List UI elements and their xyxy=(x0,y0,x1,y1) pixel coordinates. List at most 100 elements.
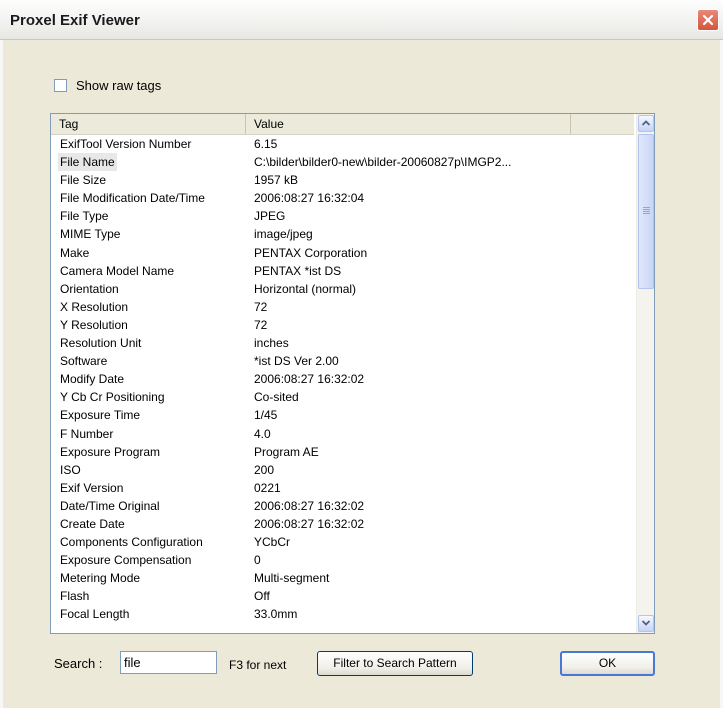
table-row[interactable]: Exposure Time 1/45 xyxy=(51,406,634,424)
row-value: Horizontal (normal) xyxy=(254,281,357,296)
row-tag: Y Resolution xyxy=(60,317,128,332)
table-row[interactable]: ISO 200 xyxy=(51,461,634,479)
table-row[interactable]: Software *ist DS Ver 2.00 xyxy=(51,352,634,370)
thumb-grip-line xyxy=(643,213,650,214)
table-row[interactable]: Exposure Program Program AE xyxy=(51,443,634,461)
table-row[interactable]: Camera Model Name PENTAX *ist DS xyxy=(51,262,634,280)
table-row[interactable]: F Number 4.0 xyxy=(51,425,634,443)
column-header-filler xyxy=(571,114,634,134)
row-tag: Make xyxy=(60,245,90,260)
table-row[interactable]: Create Date 2006:08:27 16:32:02 xyxy=(51,515,634,533)
row-tag: X Resolution xyxy=(60,299,129,314)
row-tag: Flash xyxy=(60,589,90,604)
row-tag: MIME Type xyxy=(60,227,121,242)
window-border-left xyxy=(0,40,3,708)
scroll-down-button[interactable] xyxy=(638,615,654,632)
table-row[interactable]: Modify Date 2006:08:27 16:32:02 xyxy=(51,370,634,388)
row-value: 72 xyxy=(254,317,268,332)
exif-viewer-window: Proxel Exif Viewer Show raw tags Tag Val… xyxy=(0,0,723,708)
row-value: 2006:08:27 16:32:02 xyxy=(254,372,365,387)
row-value: YCbCr xyxy=(254,535,291,550)
row-tag: File Type xyxy=(60,209,109,224)
row-tag: Date/Time Original xyxy=(60,498,160,513)
table-row[interactable]: Exposure Compensation 0 xyxy=(51,551,634,569)
row-value: 1957 kB xyxy=(254,173,299,188)
table-row[interactable]: Resolution Unit inches xyxy=(51,334,634,352)
table-row[interactable]: File Modification Date/Time 2006:08:27 16… xyxy=(51,189,634,207)
filter-button[interactable]: Filter to Search Pattern xyxy=(317,651,473,676)
row-value: 2006:08:27 16:32:04 xyxy=(254,191,365,206)
list-header: Tag Value xyxy=(51,114,634,135)
row-value: PENTAX Corporation xyxy=(254,245,368,260)
row-value: *ist DS Ver 2.00 xyxy=(254,354,339,369)
table-row[interactable]: Focal Length 33.0mm xyxy=(51,605,634,623)
row-tag: Camera Model Name xyxy=(60,263,175,278)
row-value: 2006:08:27 16:32:02 xyxy=(254,498,365,513)
table-row[interactable]: Exif Version 0221 xyxy=(51,479,634,497)
chevron-down-icon xyxy=(642,620,650,626)
close-button[interactable] xyxy=(697,9,719,31)
table-row[interactable]: Y Cb Cr Positioning Co-sited xyxy=(51,388,634,406)
table-row[interactable]: Flash Off xyxy=(51,587,634,605)
row-value: Off xyxy=(254,589,270,604)
table-row[interactable]: Date/Time Original 2006:08:27 16:32:02 xyxy=(51,497,634,515)
row-tag: F Number xyxy=(60,426,114,441)
row-tag: File Modification Date/Time xyxy=(60,191,205,206)
row-tag: Exif Version xyxy=(60,480,124,495)
exif-tag-list[interactable]: Tag Value ExifTool Version Number 6.15 Fil… xyxy=(50,113,655,634)
show-raw-tags-checkbox[interactable] xyxy=(54,79,67,92)
table-row[interactable]: File Type JPEG xyxy=(51,207,634,225)
row-tag: File Name xyxy=(58,153,117,172)
table-row[interactable]: Metering Mode Multi-segment xyxy=(51,569,634,587)
vertical-scrollbar[interactable] xyxy=(636,114,654,633)
row-value: 6.15 xyxy=(254,137,278,151)
row-value: Program AE xyxy=(254,444,319,459)
thumb-grip-line xyxy=(643,209,650,210)
search-label: Search : xyxy=(54,656,103,671)
search-hint: F3 for next xyxy=(229,658,287,672)
table-row[interactable]: Components Configuration YCbCr xyxy=(51,533,634,551)
row-tag: Exposure Compensation xyxy=(60,553,192,568)
table-row[interactable]: File Size 1957 kB xyxy=(51,171,634,189)
row-value: PENTAX *ist DS xyxy=(254,263,342,278)
row-tag: Components Configuration xyxy=(60,535,203,550)
show-raw-tags-label[interactable]: Show raw tags xyxy=(76,78,161,93)
table-row[interactable]: Y Resolution 72 xyxy=(51,316,634,334)
row-tag: Resolution Unit xyxy=(60,336,142,351)
scroll-up-button[interactable] xyxy=(638,115,654,132)
thumb-grip-line xyxy=(643,207,650,208)
row-value: Co-sited xyxy=(254,390,299,405)
table-row[interactable]: Make PENTAX Corporation xyxy=(51,244,634,262)
row-value: inches xyxy=(254,336,289,351)
row-value: 4.0 xyxy=(254,426,271,441)
row-tag: Focal Length xyxy=(60,607,130,622)
row-tag: ISO xyxy=(60,462,81,477)
row-value: 200 xyxy=(254,462,275,477)
row-tag: Create Date xyxy=(60,516,125,531)
row-value: 0 xyxy=(254,553,261,568)
table-row[interactable]: ExifTool Version Number 6.15 xyxy=(51,135,634,153)
thumb-grip-line xyxy=(643,211,650,212)
row-tag: Exposure Time xyxy=(60,408,141,423)
column-header-tag[interactable]: Tag xyxy=(51,114,246,134)
column-header-value[interactable]: Value xyxy=(246,114,571,134)
ok-button[interactable]: OK xyxy=(560,651,655,676)
row-tag: Modify Date xyxy=(60,372,125,387)
table-row[interactable]: X Resolution 72 xyxy=(51,298,634,316)
row-value: 72 xyxy=(254,299,268,314)
window-title: Proxel Exif Viewer xyxy=(10,12,140,29)
title-bar[interactable]: Proxel Exif Viewer xyxy=(0,0,723,40)
row-tag: Y Cb Cr Positioning xyxy=(60,390,165,405)
table-row[interactable]: MIME Type image/jpeg xyxy=(51,225,634,243)
row-tag: File Size xyxy=(60,173,107,188)
row-value: C:\bilder\bilder0-new\bilder-20060827p\I… xyxy=(254,155,512,170)
row-tag: Software xyxy=(60,354,108,369)
row-value: 33.0mm xyxy=(254,607,298,622)
row-tag: Orientation xyxy=(60,281,119,296)
row-value: 0221 xyxy=(254,480,281,495)
search-input[interactable] xyxy=(120,651,217,674)
table-row[interactable]: Orientation Horizontal (normal) xyxy=(51,280,634,298)
table-row[interactable]: File Name C:\bilder\bilder0-new\bilder-20… xyxy=(51,153,634,172)
row-value: JPEG xyxy=(254,209,286,224)
scrollbar-thumb[interactable] xyxy=(638,134,654,289)
